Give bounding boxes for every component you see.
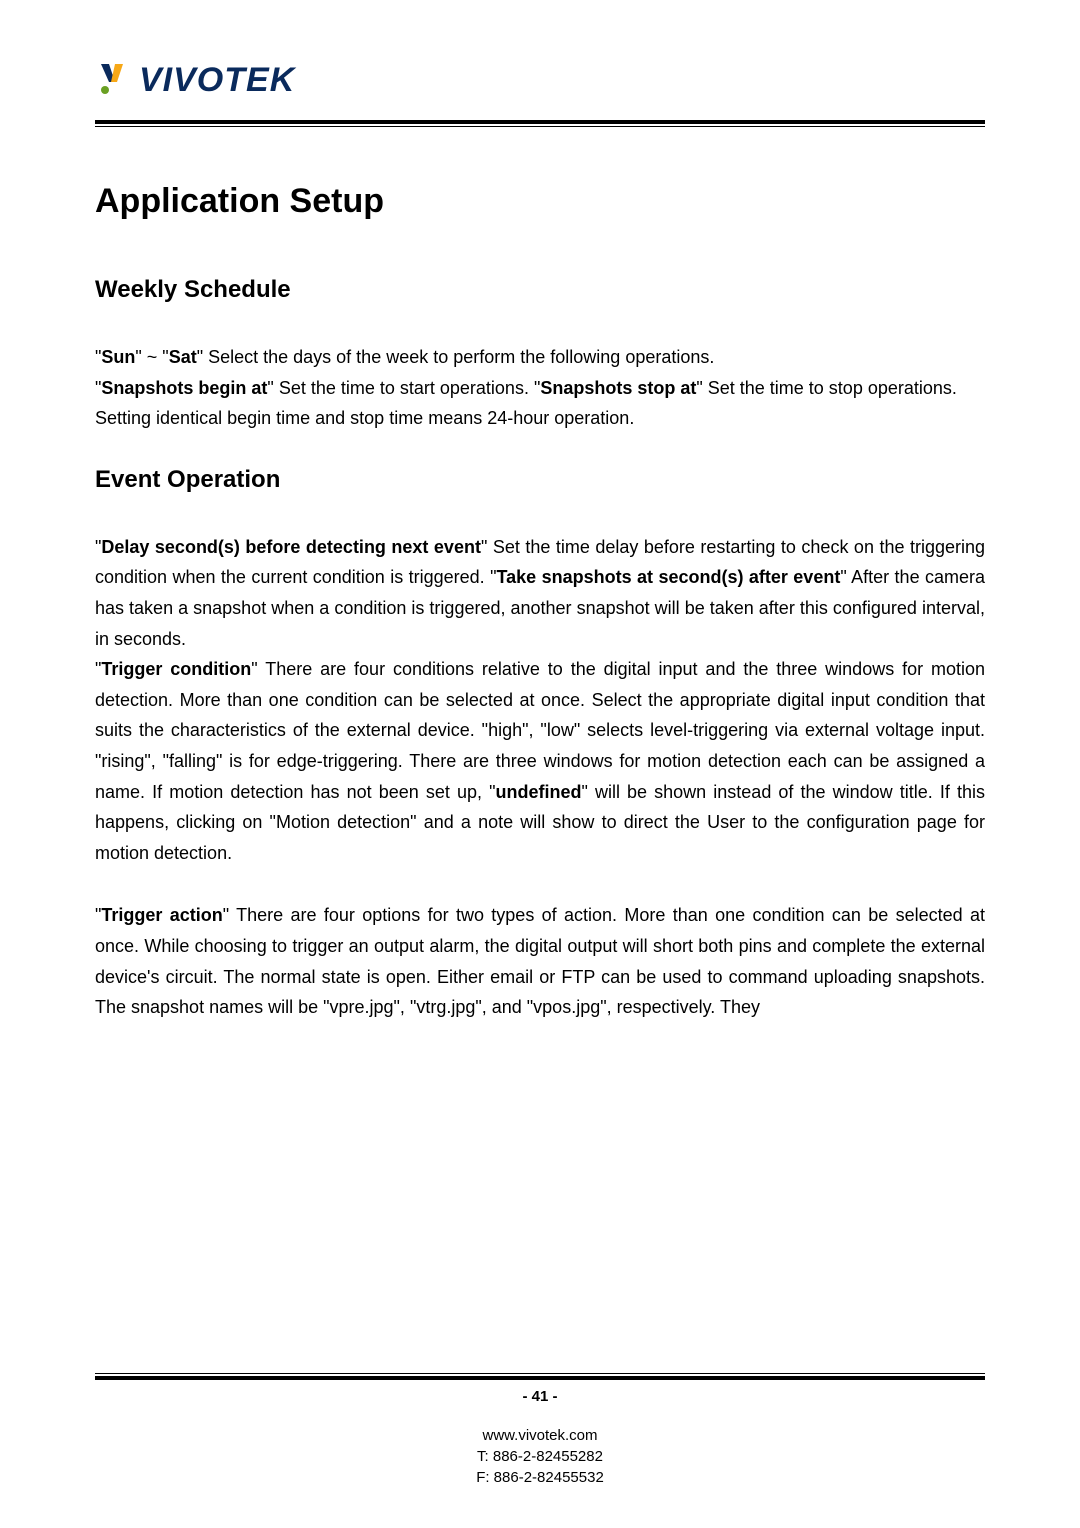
page-number: - 41 - (0, 1386, 1080, 1407)
tilde: ~ (147, 347, 158, 367)
snapshots-begin-label: Snapshots begin at (101, 378, 267, 398)
section-event-heading: Event Operation (95, 466, 985, 494)
footer-separator (95, 1373, 985, 1380)
delay-label: Delay second(s) before detecting next ev… (101, 537, 481, 557)
footer-url: www.vivotek.com (0, 1425, 1080, 1446)
vivotek-logo-icon (95, 60, 135, 100)
section-weekly-heading: Weekly Schedule (95, 276, 985, 304)
take-snapshots-label: Take snapshots at second(s) after event (497, 567, 841, 587)
logo: VIVOTEK (95, 60, 985, 100)
weekly-text4: Setting identical begin time and stop ti… (95, 408, 634, 428)
trigger-action-text: There are four options for two types of … (95, 905, 985, 1017)
weekly-text1: Select the days of the week to perform t… (203, 347, 714, 367)
weekly-text2: Set the time to start operations. " (274, 378, 541, 398)
trigger-cond-text1: There are four conditions relative to th… (95, 659, 985, 801)
footer-fax: F: 886-2-82455532 (0, 1467, 1080, 1488)
footer-tel: T: 886-2-82455282 (0, 1446, 1080, 1467)
sun-label: Sun (101, 347, 135, 367)
weekly-text3: " Set the time to stop operations. (696, 378, 957, 398)
header-rule-thick (95, 120, 985, 124)
sat-label: Sat (169, 347, 197, 367)
weekly-paragraph: "Sun" ~ "Sat" Select the days of the wee… (95, 342, 985, 434)
event-paragraph-1: "Delay second(s) before detecting next e… (95, 532, 985, 869)
trigger-condition-label: Trigger condition (101, 659, 251, 679)
trigger-action-label: Trigger action (101, 905, 222, 925)
page-title: Application Setup (95, 182, 985, 221)
logo-text: VIVOTEK (139, 61, 295, 100)
snapshots-stop-label: Snapshots stop at (540, 378, 696, 398)
header-rule-thin (95, 126, 985, 127)
undefined-label: undefined (495, 782, 581, 802)
footer: - 41 - www.vivotek.com T: 886-2-82455282… (0, 1386, 1080, 1488)
event-paragraph-2: "Trigger action" There are four options … (95, 900, 985, 1022)
